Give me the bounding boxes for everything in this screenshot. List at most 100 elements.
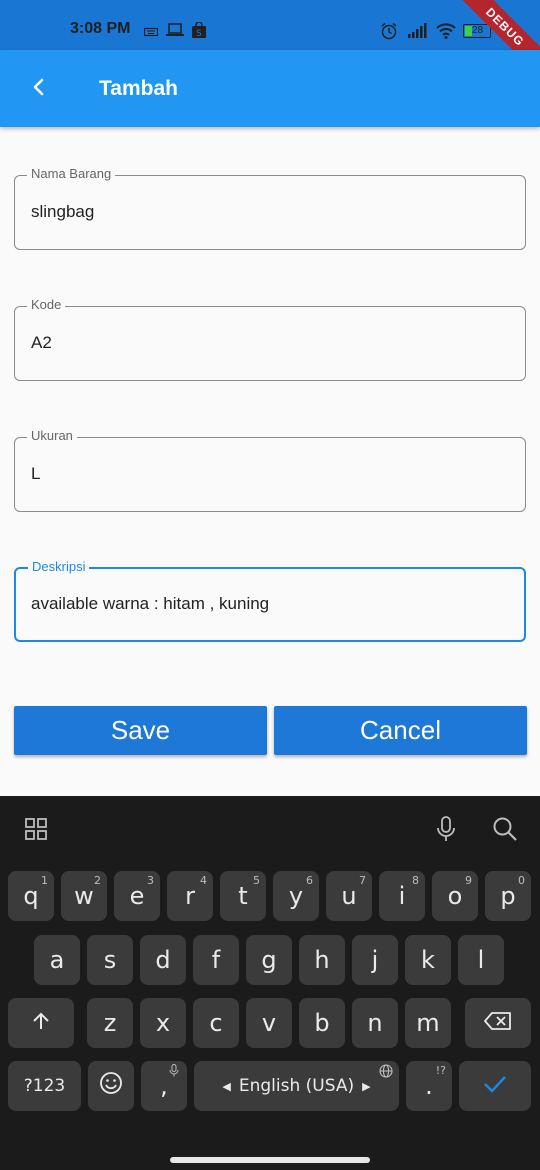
key-y[interactable]: y6 [273, 871, 319, 921]
deskripsi-field[interactable]: Deskripsi available warna : hitam , kuni… [14, 559, 526, 642]
language-left-icon: ◀ [222, 1079, 231, 1093]
soft-keyboard: q1 w2 e3 r4 t5 y6 u7 i8 o9 p0 a s d f g … [0, 796, 540, 1170]
symbols-key[interactable]: ?123 [8, 1061, 81, 1111]
app-bar: Tambah [0, 50, 540, 127]
key-w[interactable]: w2 [61, 871, 107, 921]
battery-icon: 28 [463, 24, 491, 38]
backspace-icon [484, 1009, 512, 1037]
key-label: , [160, 1072, 168, 1100]
laptop-icon [166, 23, 184, 42]
status-time: 3:08 PM [70, 20, 131, 37]
battery-level: 28 [472, 25, 484, 36]
key-hint: 7 [359, 874, 366, 887]
emoji-icon [99, 1071, 123, 1101]
key-q[interactable]: q1 [8, 871, 54, 921]
key-label: y [288, 882, 304, 910]
key-o[interactable]: o9 [432, 871, 478, 921]
signal-icon [406, 23, 428, 44]
key-label: e [129, 882, 145, 910]
key-label: p [500, 882, 516, 910]
ukuran-input[interactable]: L [31, 464, 501, 484]
key-g[interactable]: g [246, 935, 292, 985]
alarm-icon [380, 22, 398, 45]
svg-text:S: S [196, 29, 202, 38]
key-e[interactable]: e3 [114, 871, 160, 921]
key-i[interactable]: i8 [379, 871, 425, 921]
backspace-key[interactable] [465, 998, 531, 1048]
shopping-bag-icon: S [192, 21, 206, 43]
key-t[interactable]: t5 [220, 871, 266, 921]
key-label: i [398, 882, 406, 910]
shift-key[interactable] [8, 998, 74, 1048]
enter-key[interactable] [459, 1061, 531, 1111]
status-left-icons: S [143, 21, 206, 43]
ukuran-label: Ukuran [27, 428, 77, 443]
key-hint: 4 [200, 874, 207, 887]
chevron-left-icon [32, 78, 46, 101]
key-p[interactable]: p0 [485, 871, 531, 921]
key-hint: 2 [94, 874, 101, 887]
emoji-key[interactable] [88, 1061, 134, 1111]
key-hint: 9 [465, 874, 472, 887]
battery-fill [465, 26, 472, 36]
key-label: t [238, 882, 248, 910]
key-a[interactable]: a [34, 935, 80, 985]
key-u[interactable]: u7 [326, 871, 372, 921]
page-title: Tambah [99, 77, 178, 100]
kode-input[interactable]: A2 [31, 333, 501, 353]
key-hint: 0 [518, 874, 525, 887]
deskripsi-input[interactable]: available warna : hitam , kuning [31, 594, 501, 614]
key-hint: 8 [412, 874, 419, 887]
key-n[interactable]: n [352, 998, 398, 1048]
key-label: w [74, 882, 94, 910]
keyboard-toolbar [0, 796, 540, 862]
key-hint: 3 [147, 874, 154, 887]
key-v[interactable]: v [246, 998, 292, 1048]
gesture-nav-bar[interactable] [170, 1157, 370, 1163]
key-hint: 5 [253, 874, 260, 887]
key-x[interactable]: x [140, 998, 186, 1048]
key-hint: !? [435, 1064, 446, 1077]
ukuran-field[interactable]: Ukuran L [14, 428, 526, 512]
key-hint: 1 [41, 874, 48, 887]
microphone-icon[interactable] [431, 814, 461, 844]
nama-barang-input[interactable]: slingbag [31, 202, 501, 222]
period-key[interactable]: . !? [406, 1061, 452, 1111]
key-s[interactable]: s [87, 935, 133, 985]
key-k[interactable]: k [405, 935, 451, 985]
search-icon[interactable] [490, 814, 520, 844]
comma-key[interactable]: , [141, 1061, 187, 1111]
kode-label: Kode [27, 297, 66, 312]
language-right-icon: ▶ [362, 1079, 371, 1093]
microphone-small-icon [169, 1064, 179, 1080]
key-j[interactable]: j [352, 935, 398, 985]
status-bar: 3:08 PM S 28 DEBUG [0, 0, 540, 81]
space-key[interactable]: ◀ English (USA) ▶ [194, 1061, 399, 1111]
shift-arrow-icon [31, 1009, 51, 1037]
deskripsi-label: Deskripsi [28, 559, 90, 574]
key-r[interactable]: r4 [167, 871, 213, 921]
key-h[interactable]: h [299, 935, 345, 985]
key-z[interactable]: z [87, 998, 133, 1048]
cancel-button[interactable]: Cancel [274, 706, 527, 755]
key-label: . [425, 1072, 433, 1100]
key-m[interactable]: m [405, 998, 451, 1048]
apps-grid-icon[interactable] [21, 814, 51, 844]
keyboard-icon [143, 24, 159, 42]
back-button[interactable] [22, 72, 56, 106]
key-f[interactable]: f [193, 935, 239, 985]
language-label: English (USA) [238, 1076, 355, 1096]
kode-field[interactable]: Kode A2 [14, 297, 526, 381]
key-c[interactable]: c [193, 998, 239, 1048]
nama-barang-label: Nama Barang [27, 166, 116, 181]
key-label: q [23, 882, 39, 910]
key-b[interactable]: b [299, 998, 345, 1048]
key-label: o [447, 882, 463, 910]
key-d[interactable]: d [140, 935, 186, 985]
key-l[interactable]: l [458, 935, 504, 985]
save-button[interactable]: Save [14, 706, 267, 755]
status-right-icons [380, 22, 456, 45]
globe-icon [379, 1064, 393, 1081]
nama-barang-field[interactable]: Nama Barang slingbag [14, 166, 526, 250]
key-hint: 6 [306, 874, 313, 887]
